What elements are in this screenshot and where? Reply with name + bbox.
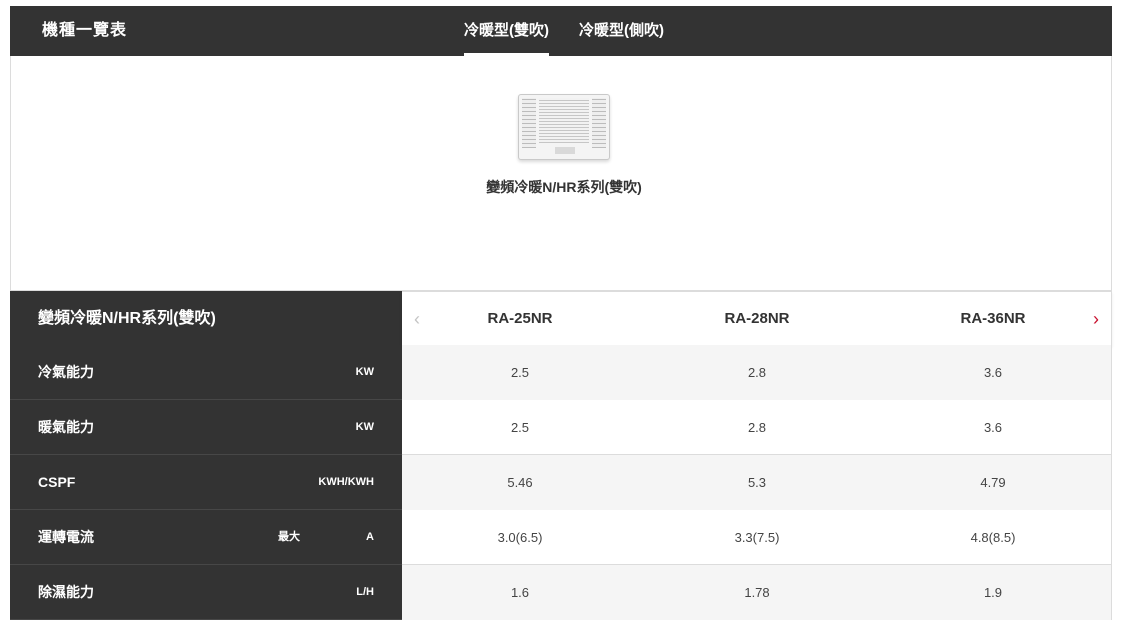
page-title: 機種一覽表: [42, 22, 128, 39]
spec-value: 1.9: [983, 585, 1003, 600]
spec-value: 2.5: [510, 365, 530, 380]
table-row: 暖氣能力 KW 2.5 2.8 3.6: [10, 400, 1112, 455]
chevron-left-icon[interactable]: ‹: [414, 292, 420, 346]
model-header-cells: ‹ RA-25NR RA-28NR RA-36NR ›: [402, 291, 1112, 346]
spec-label: 除濕能力: [38, 584, 94, 600]
spec-unit: KWH/KWH: [318, 476, 374, 488]
table-row: 運轉電流 最大 A 3.0(6.5) 3.3(7.5) 4.8(8.5): [10, 510, 1112, 565]
spec-label: 暖氣能力: [38, 419, 94, 435]
model-name: RA-28NR: [724, 310, 790, 327]
table-row: CSPF KWH/KWH 5.46 5.3 4.79: [10, 455, 1112, 510]
spec-unit: KW: [355, 421, 374, 433]
model-type-tabs: 冷暖型(雙吹) 冷暖型(側吹): [464, 6, 694, 56]
spec-value: 3.3(7.5): [734, 530, 780, 545]
spec-table: 變頻冷暖N/HR系列(雙吹) ‹ RA-25NR RA-28NR RA-36NR…: [10, 291, 1112, 620]
tab-dual-blow[interactable]: 冷暖型(雙吹): [464, 6, 549, 56]
spec-value: 2.8: [747, 420, 767, 435]
spec-unit: L/H: [356, 586, 374, 598]
series-title: 變頻冷暖N/HR系列(雙吹): [38, 310, 216, 327]
spec-qualifier: 最大: [278, 531, 300, 543]
spec-value: 3.6: [983, 365, 1003, 380]
spec-value: 3.6: [983, 420, 1003, 435]
chevron-right-icon[interactable]: ›: [1093, 292, 1099, 346]
spec-label: 冷氣能力: [38, 364, 94, 380]
spec-value: 2.8: [747, 365, 767, 380]
model-name: RA-25NR: [487, 310, 553, 327]
spec-value: 5.46: [507, 475, 533, 490]
spec-value: 1.6: [510, 585, 530, 600]
spec-label: CSPF: [38, 474, 76, 490]
spec-unit: A: [366, 531, 374, 543]
spec-value: 5.3: [747, 475, 767, 490]
spec-label: 運轉電流: [38, 529, 94, 545]
spec-value: 4.8(8.5): [970, 530, 1016, 545]
table-row: 冷氣能力 KW 2.5 2.8 3.6: [10, 345, 1112, 400]
table-row: 除濕能力 L/H 1.6 1.78 1.9: [10, 565, 1112, 620]
tab-side-blow[interactable]: 冷暖型(側吹): [579, 6, 664, 56]
spec-value: 4.79: [980, 475, 1006, 490]
spec-unit: KW: [355, 366, 374, 378]
model-name: RA-36NR: [960, 310, 1026, 327]
header-bar: 機種一覽表 冷暖型(雙吹) 冷暖型(側吹): [10, 6, 1112, 56]
table-header-row: 變頻冷暖N/HR系列(雙吹) ‹ RA-25NR RA-28NR RA-36NR…: [10, 291, 1112, 346]
spec-value: 1.78: [744, 585, 770, 600]
series-title-cell: 變頻冷暖N/HR系列(雙吹): [10, 291, 402, 346]
product-name[interactable]: 變頻冷暖N/HR系列(雙吹): [485, 178, 643, 196]
window-air-conditioner-image[interactable]: [518, 94, 610, 160]
product-card[interactable]: 變頻冷暖N/HR系列(雙吹): [485, 94, 643, 196]
spec-value: 3.0(6.5): [497, 530, 543, 545]
product-panel: 變頻冷暖N/HR系列(雙吹): [10, 56, 1112, 291]
spec-value: 2.5: [510, 420, 530, 435]
